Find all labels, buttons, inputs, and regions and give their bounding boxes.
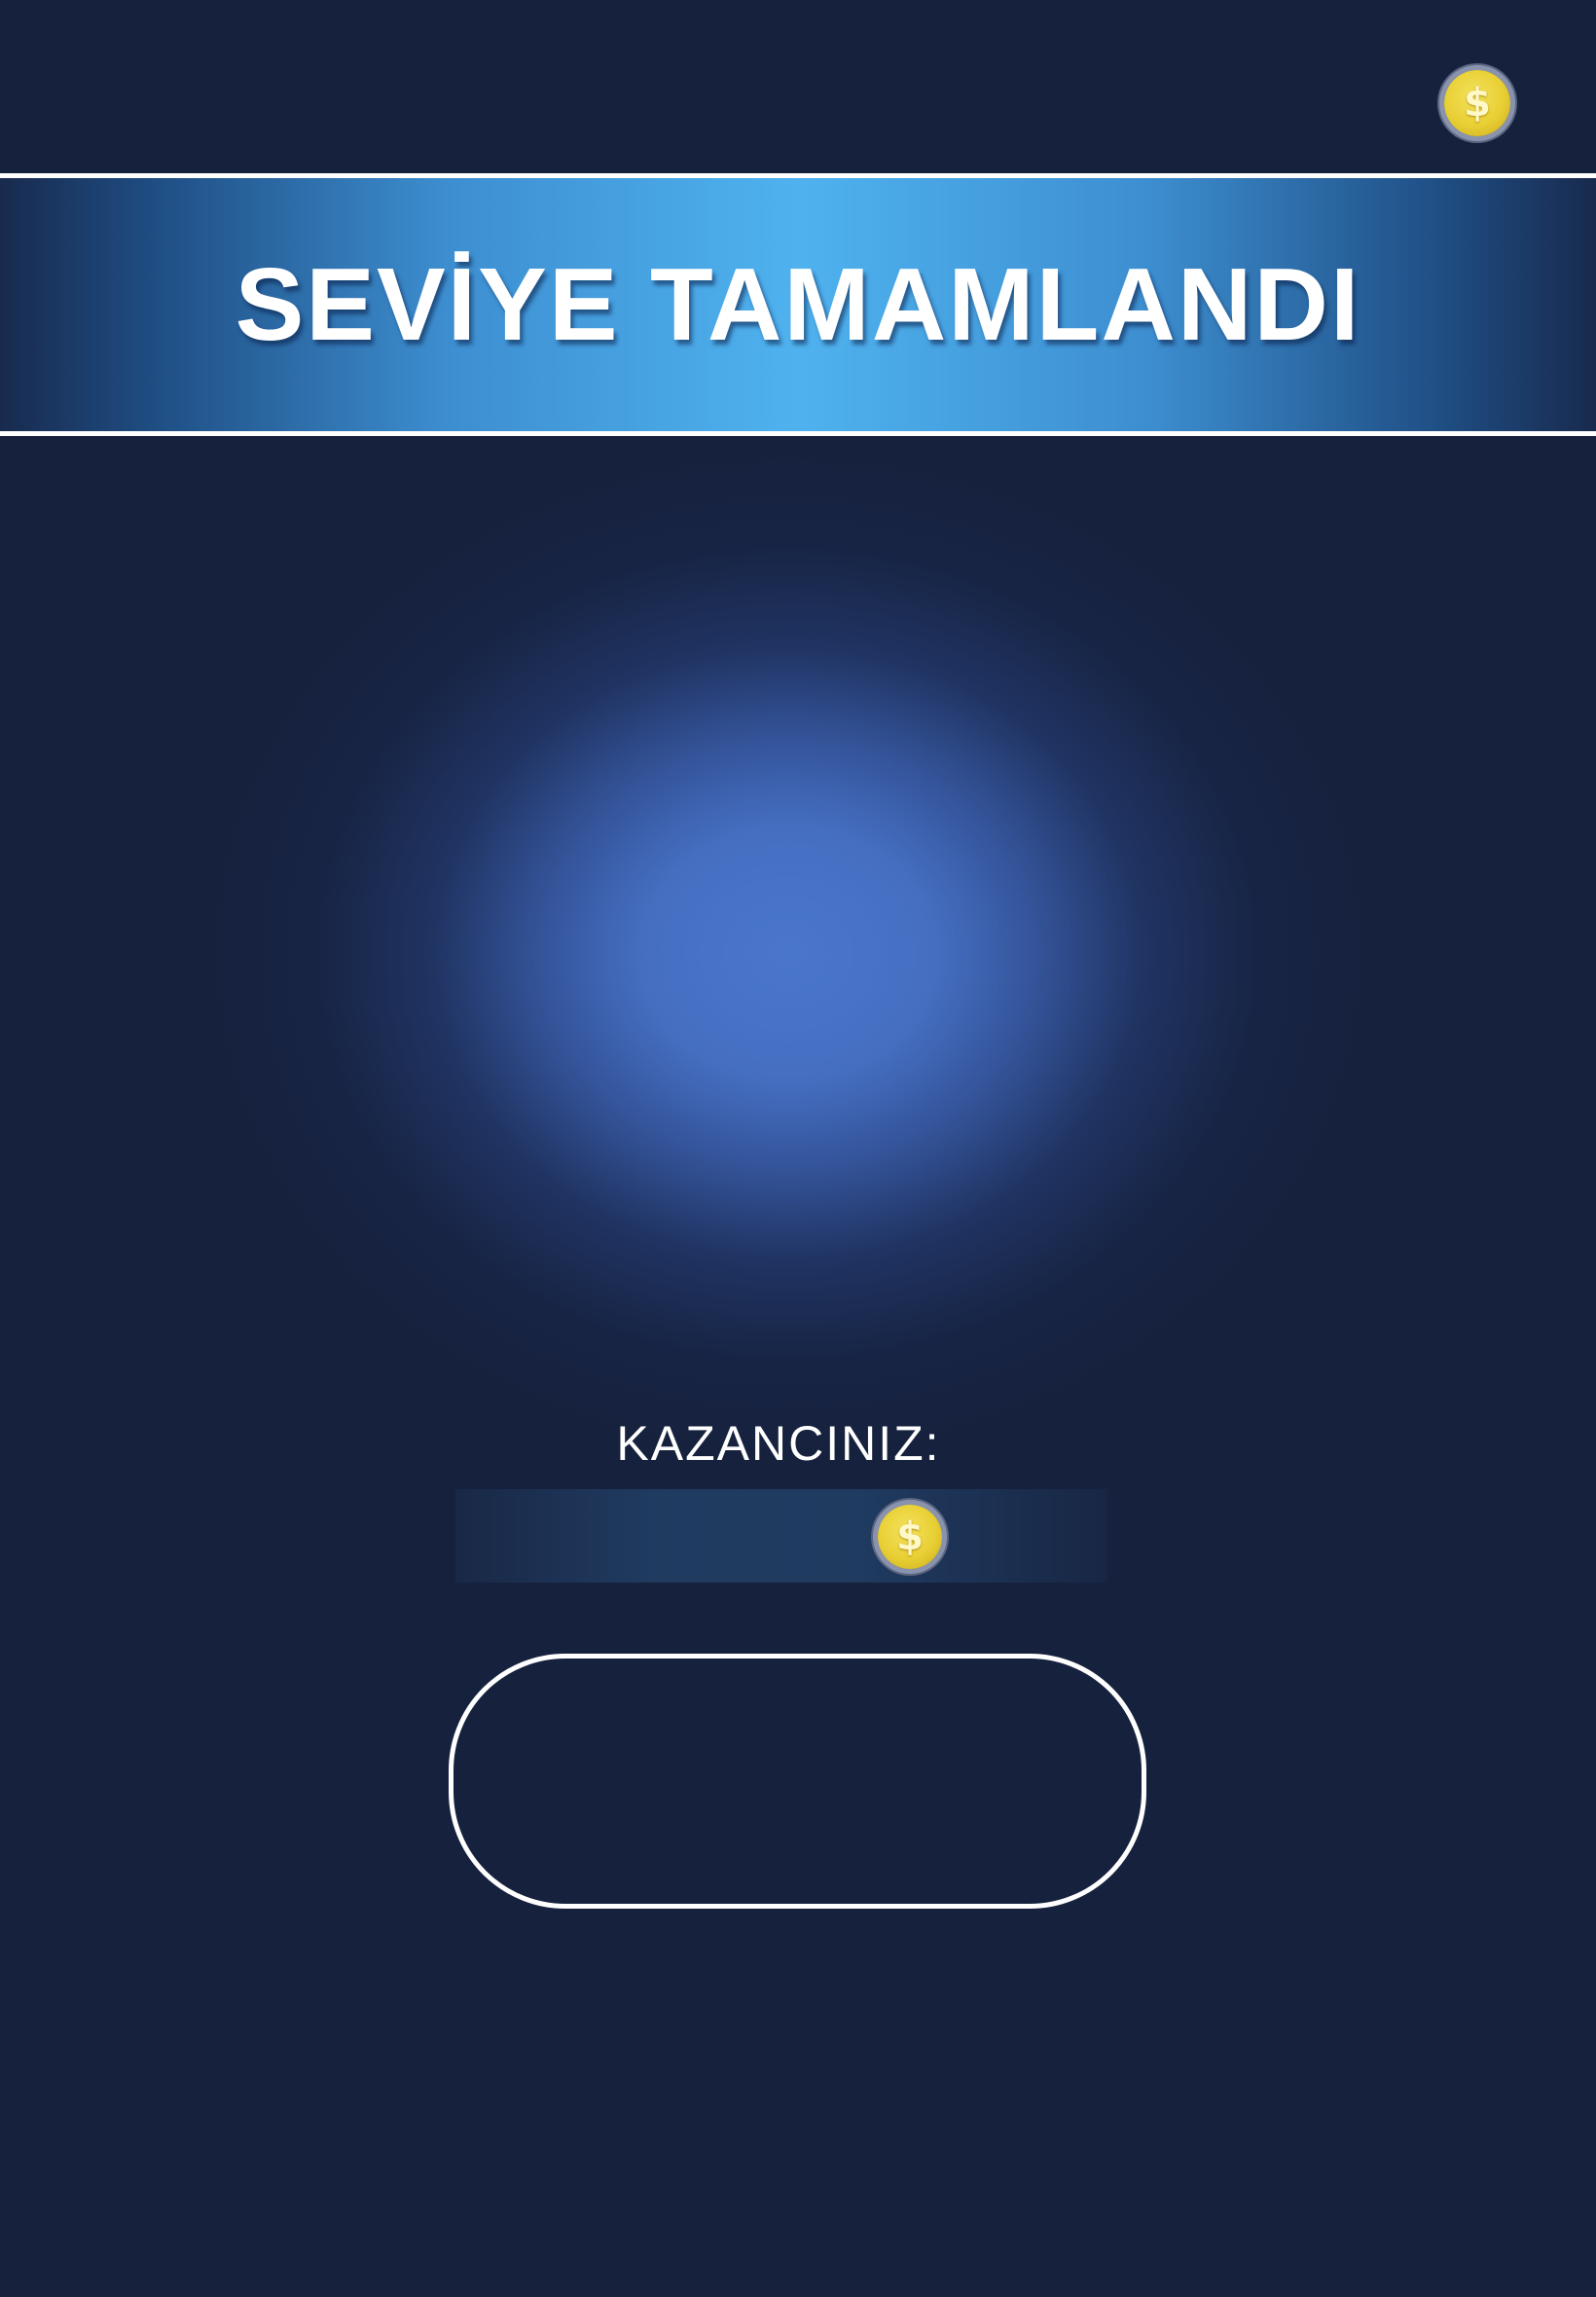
page-title: SEVİYE TAMAMLANDI: [235, 246, 1361, 362]
dollar-sign: $: [896, 1514, 924, 1559]
reward-glow: [214, 457, 1362, 1450]
coin-icon: $: [878, 1505, 942, 1569]
title-banner: SEVİYE TAMAMLANDI: [0, 173, 1596, 436]
earnings-label: KAZANCINIZ:: [616, 1416, 941, 1471]
coin-icon: $: [1444, 70, 1510, 136]
top-bar: $: [0, 0, 1596, 173]
earnings-bar: [455, 1489, 1107, 1583]
level-complete-screen: $ SEVİYE TAMAMLANDI KAZANCINIZ: $: [0, 0, 1596, 2297]
continue-button[interactable]: [449, 1654, 1146, 1909]
dollar-sign: $: [1464, 81, 1491, 126]
